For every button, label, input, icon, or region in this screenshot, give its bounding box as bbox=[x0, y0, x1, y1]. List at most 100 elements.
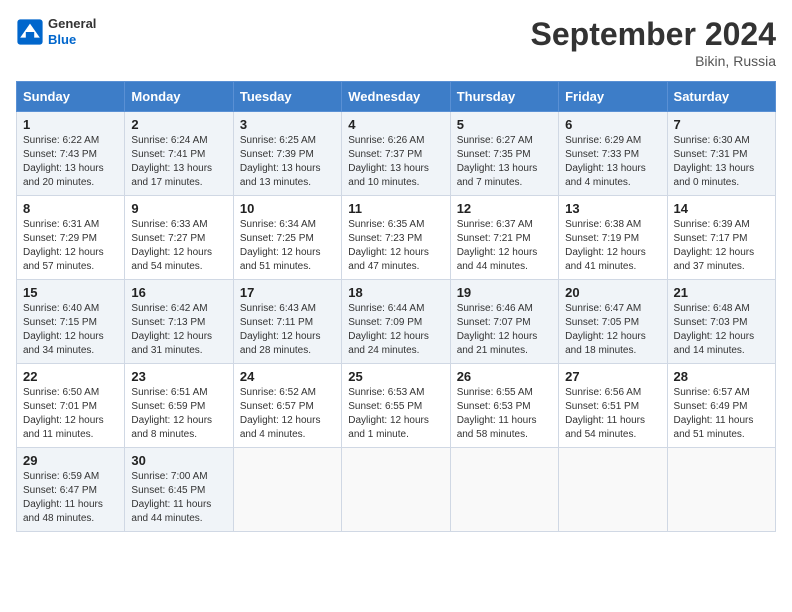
day-info: Sunrise: 6:42 AM Sunset: 7:13 PM Dayligh… bbox=[131, 302, 226, 358]
sunset-label: Sunset: 6:49 PM bbox=[674, 401, 748, 412]
calendar-cell: 5 Sunrise: 6:27 AM Sunset: 7:35 PM Dayli… bbox=[450, 112, 558, 196]
daylight-label: Daylight: 12 hours and 51 minutes. bbox=[240, 247, 321, 272]
day-number: 14 bbox=[674, 201, 769, 216]
sunrise-label: Sunrise: 6:37 AM bbox=[457, 219, 533, 230]
week-row-3: 15 Sunrise: 6:40 AM Sunset: 7:15 PM Dayl… bbox=[17, 280, 776, 364]
day-info: Sunrise: 6:43 AM Sunset: 7:11 PM Dayligh… bbox=[240, 302, 335, 358]
daylight-label: Daylight: 12 hours and 57 minutes. bbox=[23, 247, 104, 272]
calendar-cell: 10 Sunrise: 6:34 AM Sunset: 7:25 PM Dayl… bbox=[233, 196, 341, 280]
header-day-saturday: Saturday bbox=[667, 82, 775, 112]
daylight-label: Daylight: 12 hours and 41 minutes. bbox=[565, 247, 646, 272]
daylight-label: Daylight: 12 hours and 37 minutes. bbox=[674, 247, 755, 272]
calendar-cell: 11 Sunrise: 6:35 AM Sunset: 7:23 PM Dayl… bbox=[342, 196, 450, 280]
day-number: 26 bbox=[457, 369, 552, 384]
sunset-label: Sunset: 6:59 PM bbox=[131, 401, 205, 412]
daylight-label: Daylight: 12 hours and 14 minutes. bbox=[674, 331, 755, 356]
calendar-cell: 24 Sunrise: 6:52 AM Sunset: 6:57 PM Dayl… bbox=[233, 364, 341, 448]
week-row-1: 1 Sunrise: 6:22 AM Sunset: 7:43 PM Dayli… bbox=[17, 112, 776, 196]
calendar-cell: 22 Sunrise: 6:50 AM Sunset: 7:01 PM Dayl… bbox=[17, 364, 125, 448]
day-number: 25 bbox=[348, 369, 443, 384]
sunrise-label: Sunrise: 6:35 AM bbox=[348, 219, 424, 230]
day-info: Sunrise: 6:48 AM Sunset: 7:03 PM Dayligh… bbox=[674, 302, 769, 358]
calendar-cell: 18 Sunrise: 6:44 AM Sunset: 7:09 PM Dayl… bbox=[342, 280, 450, 364]
day-number: 28 bbox=[674, 369, 769, 384]
sunrise-label: Sunrise: 6:34 AM bbox=[240, 219, 316, 230]
daylight-label: Daylight: 13 hours and 20 minutes. bbox=[23, 163, 104, 188]
daylight-label: Daylight: 12 hours and 44 minutes. bbox=[457, 247, 538, 272]
sunset-label: Sunset: 6:57 PM bbox=[240, 401, 314, 412]
day-number: 11 bbox=[348, 201, 443, 216]
daylight-label: Daylight: 11 hours and 58 minutes. bbox=[457, 415, 537, 440]
day-number: 9 bbox=[131, 201, 226, 216]
day-info: Sunrise: 6:35 AM Sunset: 7:23 PM Dayligh… bbox=[348, 218, 443, 274]
calendar-cell: 13 Sunrise: 6:38 AM Sunset: 7:19 PM Dayl… bbox=[559, 196, 667, 280]
day-number: 20 bbox=[565, 285, 660, 300]
day-info: Sunrise: 6:30 AM Sunset: 7:31 PM Dayligh… bbox=[674, 134, 769, 190]
day-info: Sunrise: 6:25 AM Sunset: 7:39 PM Dayligh… bbox=[240, 134, 335, 190]
sunset-label: Sunset: 7:23 PM bbox=[348, 233, 422, 244]
sunrise-label: Sunrise: 7:00 AM bbox=[131, 471, 207, 482]
day-number: 16 bbox=[131, 285, 226, 300]
sunrise-label: Sunrise: 6:55 AM bbox=[457, 387, 533, 398]
logo-icon bbox=[16, 18, 44, 46]
sunrise-label: Sunrise: 6:57 AM bbox=[674, 387, 750, 398]
day-number: 15 bbox=[23, 285, 118, 300]
daylight-label: Daylight: 13 hours and 13 minutes. bbox=[240, 163, 321, 188]
calendar-cell: 7 Sunrise: 6:30 AM Sunset: 7:31 PM Dayli… bbox=[667, 112, 775, 196]
day-info: Sunrise: 6:51 AM Sunset: 6:59 PM Dayligh… bbox=[131, 386, 226, 442]
location: Bikin, Russia bbox=[531, 53, 776, 69]
sunrise-label: Sunrise: 6:42 AM bbox=[131, 303, 207, 314]
day-number: 4 bbox=[348, 117, 443, 132]
day-info: Sunrise: 6:37 AM Sunset: 7:21 PM Dayligh… bbox=[457, 218, 552, 274]
daylight-label: Daylight: 13 hours and 4 minutes. bbox=[565, 163, 646, 188]
sunrise-label: Sunrise: 6:53 AM bbox=[348, 387, 424, 398]
daylight-label: Daylight: 12 hours and 24 minutes. bbox=[348, 331, 429, 356]
day-info: Sunrise: 6:47 AM Sunset: 7:05 PM Dayligh… bbox=[565, 302, 660, 358]
header-day-friday: Friday bbox=[559, 82, 667, 112]
sunset-label: Sunset: 7:13 PM bbox=[131, 317, 205, 328]
day-info: Sunrise: 6:39 AM Sunset: 7:17 PM Dayligh… bbox=[674, 218, 769, 274]
calendar-cell: 27 Sunrise: 6:56 AM Sunset: 6:51 PM Dayl… bbox=[559, 364, 667, 448]
calendar-cell: 9 Sunrise: 6:33 AM Sunset: 7:27 PM Dayli… bbox=[125, 196, 233, 280]
day-info: Sunrise: 6:53 AM Sunset: 6:55 PM Dayligh… bbox=[348, 386, 443, 442]
sunset-label: Sunset: 7:39 PM bbox=[240, 149, 314, 160]
logo-text: General Blue bbox=[48, 16, 96, 47]
calendar-cell: 8 Sunrise: 6:31 AM Sunset: 7:29 PM Dayli… bbox=[17, 196, 125, 280]
sunset-label: Sunset: 7:15 PM bbox=[23, 317, 97, 328]
calendar-cell bbox=[450, 448, 558, 532]
calendar-cell: 2 Sunrise: 6:24 AM Sunset: 7:41 PM Dayli… bbox=[125, 112, 233, 196]
logo-line1: General bbox=[48, 16, 96, 32]
day-number: 30 bbox=[131, 453, 226, 468]
sunrise-label: Sunrise: 6:38 AM bbox=[565, 219, 641, 230]
sunset-label: Sunset: 7:09 PM bbox=[348, 317, 422, 328]
day-info: Sunrise: 6:33 AM Sunset: 7:27 PM Dayligh… bbox=[131, 218, 226, 274]
day-number: 13 bbox=[565, 201, 660, 216]
sunrise-label: Sunrise: 6:44 AM bbox=[348, 303, 424, 314]
day-info: Sunrise: 6:29 AM Sunset: 7:33 PM Dayligh… bbox=[565, 134, 660, 190]
header-day-wednesday: Wednesday bbox=[342, 82, 450, 112]
day-info: Sunrise: 7:00 AM Sunset: 6:45 PM Dayligh… bbox=[131, 470, 226, 526]
day-info: Sunrise: 6:59 AM Sunset: 6:47 PM Dayligh… bbox=[23, 470, 118, 526]
day-info: Sunrise: 6:27 AM Sunset: 7:35 PM Dayligh… bbox=[457, 134, 552, 190]
sunrise-label: Sunrise: 6:27 AM bbox=[457, 135, 533, 146]
sunrise-label: Sunrise: 6:47 AM bbox=[565, 303, 641, 314]
sunrise-label: Sunrise: 6:31 AM bbox=[23, 219, 99, 230]
day-number: 18 bbox=[348, 285, 443, 300]
sunrise-label: Sunrise: 6:56 AM bbox=[565, 387, 641, 398]
daylight-label: Daylight: 11 hours and 54 minutes. bbox=[565, 415, 645, 440]
week-row-5: 29 Sunrise: 6:59 AM Sunset: 6:47 PM Dayl… bbox=[17, 448, 776, 532]
daylight-label: Daylight: 12 hours and 34 minutes. bbox=[23, 331, 104, 356]
header-day-sunday: Sunday bbox=[17, 82, 125, 112]
day-number: 23 bbox=[131, 369, 226, 384]
daylight-label: Daylight: 11 hours and 48 minutes. bbox=[23, 499, 103, 524]
calendar-cell: 19 Sunrise: 6:46 AM Sunset: 7:07 PM Dayl… bbox=[450, 280, 558, 364]
daylight-label: Daylight: 12 hours and 4 minutes. bbox=[240, 415, 321, 440]
daylight-label: Daylight: 13 hours and 10 minutes. bbox=[348, 163, 429, 188]
sunset-label: Sunset: 7:29 PM bbox=[23, 233, 97, 244]
calendar-cell: 3 Sunrise: 6:25 AM Sunset: 7:39 PM Dayli… bbox=[233, 112, 341, 196]
calendar-cell: 14 Sunrise: 6:39 AM Sunset: 7:17 PM Dayl… bbox=[667, 196, 775, 280]
month-title: September 2024 bbox=[531, 16, 776, 53]
daylight-label: Daylight: 13 hours and 7 minutes. bbox=[457, 163, 538, 188]
sunrise-label: Sunrise: 6:22 AM bbox=[23, 135, 99, 146]
day-number: 21 bbox=[674, 285, 769, 300]
